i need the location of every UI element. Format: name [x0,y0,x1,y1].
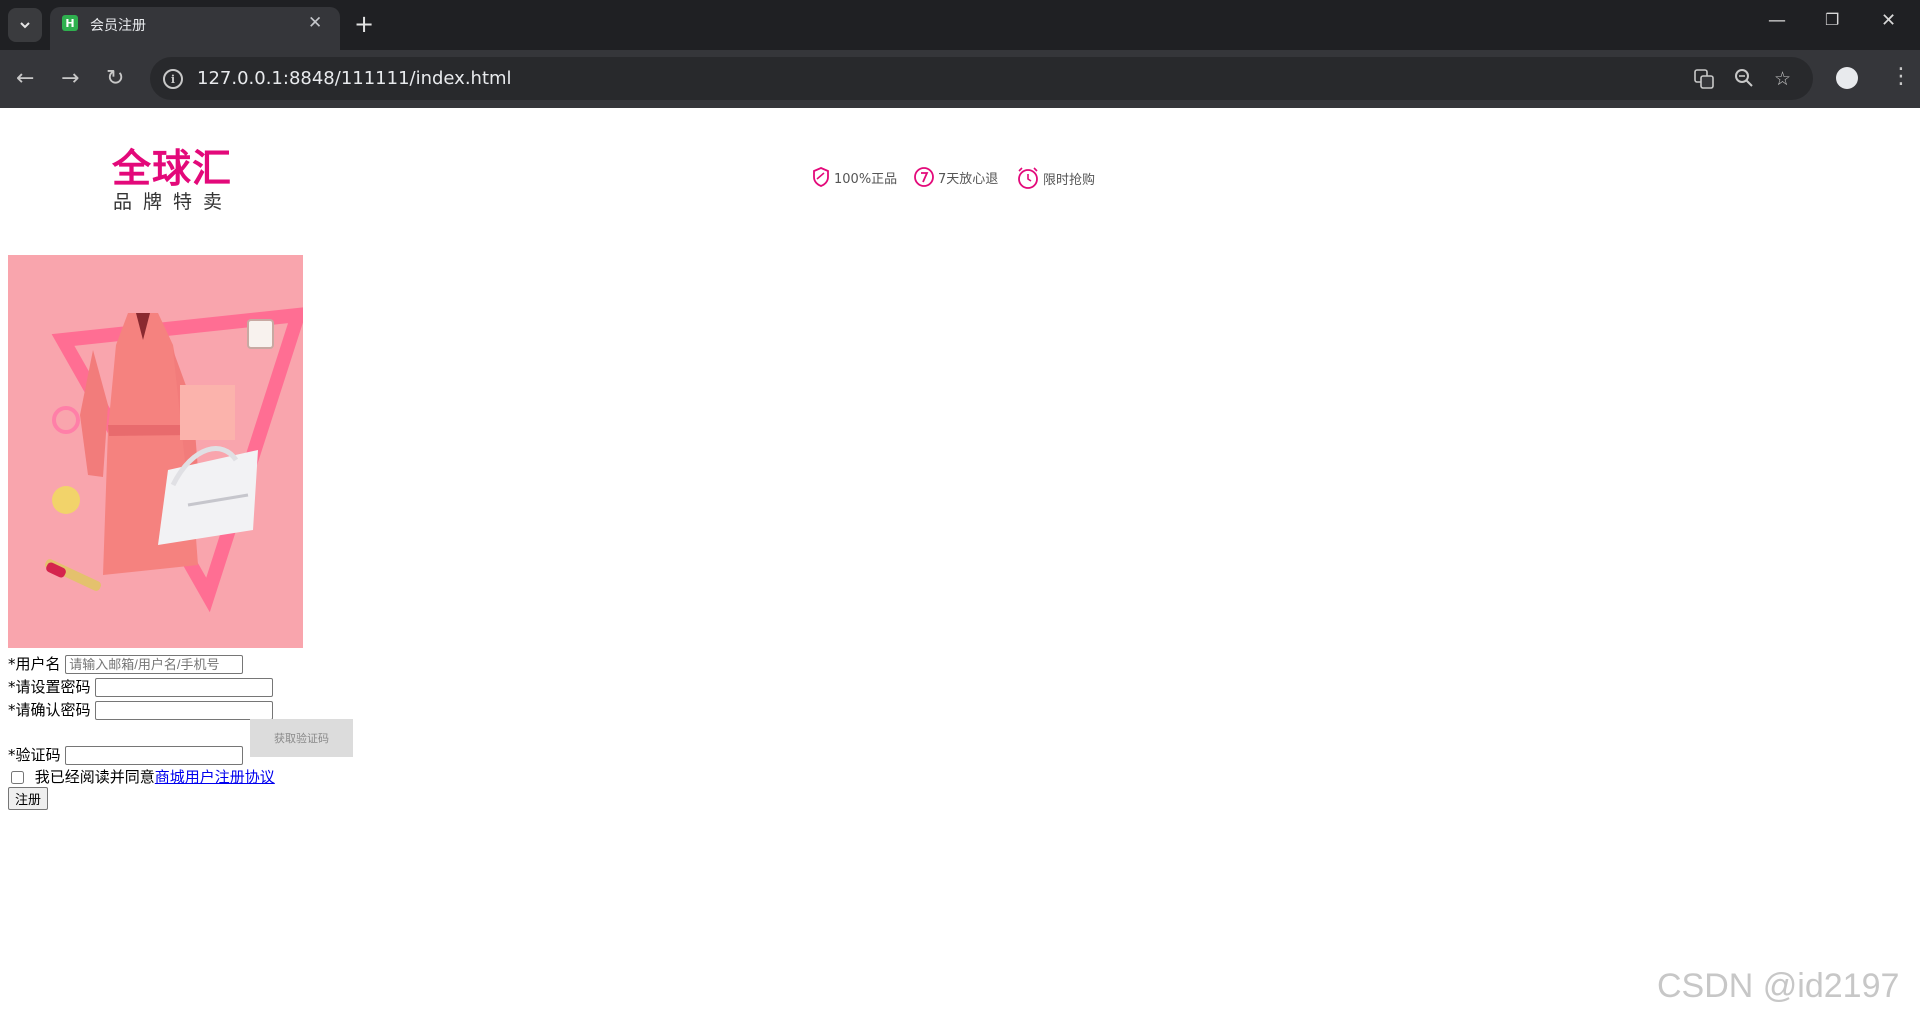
username-label: *用户名 [8,655,61,673]
csdn-watermark: CSDN @id2197 [1657,967,1900,1005]
code-row: *验证码 获取验证码 [8,719,353,765]
confirm-password-input[interactable] [95,701,274,720]
promise-return-label: 7天放心退 [938,171,999,187]
restore-icon[interactable]: ❐ [1825,10,1839,29]
zoom-icon[interactable] [1734,68,1754,93]
tab-close-icon[interactable]: ✕ [308,13,322,33]
translate-icon[interactable] [1693,68,1715,95]
promise-genuine-label: 100%正品 [834,171,898,187]
register-button[interactable]: 注册 [8,787,49,810]
agreement-link[interactable]: 商城用户注册协议 [155,768,275,786]
promise-return: 7天放心退 [913,166,998,188]
new-tab-icon[interactable]: + [354,9,374,39]
page-viewport: 全球汇 品牌特卖 100%正品 7天放心退 限时抢购 *用户名 请输入邮箱/用户… [0,108,1920,1020]
back-icon[interactable]: ← [16,66,34,91]
hero-fashion-image [8,255,303,648]
site-info-icon[interactable]: i [163,69,183,89]
promise-flash-sale: 限时抢购 [1016,166,1095,190]
tab-title: 会员注册 [90,18,146,34]
code-label: *验证码 [8,746,61,764]
confirm-password-row: *请确认密码 [8,699,274,720]
bookmark-star-icon[interactable]: ☆ [1774,68,1791,90]
promise-genuine: 100%正品 [811,166,897,188]
username-row: *用户名 [8,653,244,674]
code-input[interactable] [65,746,244,765]
seven-days-icon [914,167,934,187]
password-row: *请设置密码 [8,676,274,697]
logo-subtitle: 品牌特卖 [113,191,234,213]
close-window-icon[interactable]: ✕ [1881,10,1896,31]
chevron-down-icon [20,22,30,29]
password-input[interactable] [95,678,274,697]
get-code-button[interactable]: 获取验证码 [250,719,353,757]
tab-favicon-icon: H [62,15,78,31]
forward-icon[interactable]: → [61,66,79,91]
confirm-password-label: *请确认密码 [8,701,91,719]
submit-row: 注册 [8,787,49,810]
alarm-clock-icon [1018,167,1038,189]
logo-main[interactable]: 全球汇 [112,138,232,194]
reload-icon[interactable]: ↻ [106,66,124,91]
profile-avatar-icon[interactable] [1836,67,1858,89]
agree-text: 我已经阅读并同意 [34,768,155,786]
shield-icon [813,167,829,187]
tab-search-button[interactable] [8,8,42,42]
agree-checkbox[interactable] [11,771,24,784]
browser-menu-icon[interactable]: ⋮ [1890,64,1912,89]
minimize-icon[interactable]: — [1768,10,1786,31]
username-input[interactable] [65,655,244,674]
url-text[interactable]: 127.0.0.1:8848/111111/index.html [197,68,512,89]
password-label: *请设置密码 [8,678,91,696]
agreement-row: 我已经阅读并同意商城用户注册协议 [8,766,275,787]
promise-flash-label: 限时抢购 [1043,172,1096,188]
